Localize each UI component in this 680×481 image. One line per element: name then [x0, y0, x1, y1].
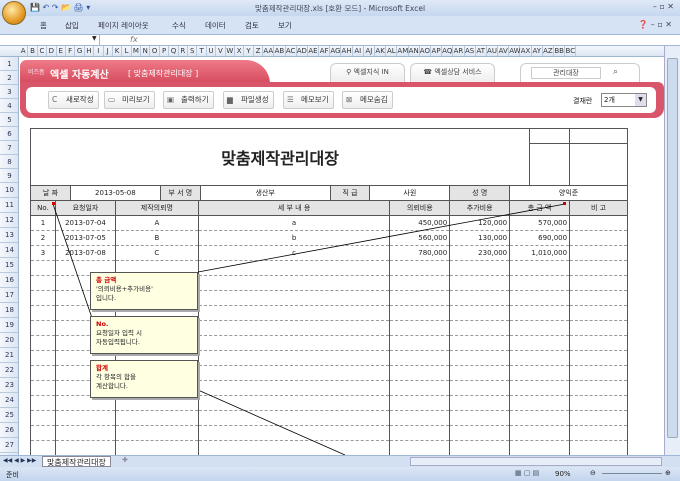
sheet-tab-bar: ◀◀ ◀ ▶ ▶▶ 맞춤제작관리대장 ✚: [0, 455, 680, 467]
comment-line: 입니다.: [96, 294, 117, 302]
comment-arrows: [52, 202, 566, 456]
view-buttons[interactable]: ▦ ▢ ▤: [515, 469, 539, 477]
comment-line: 자동입력됩니다.: [96, 338, 140, 346]
new-sheet-icon[interactable]: ✚: [122, 456, 128, 464]
comment-line: 각 항목의 합을: [96, 373, 137, 381]
comment-title: 합계: [96, 364, 108, 372]
comment-no: No. 요청일자 입력 시 자동입력됩니다.: [90, 316, 198, 354]
vertical-scrollbar[interactable]: [664, 46, 680, 455]
comment-title: 총 금액: [96, 276, 117, 284]
sheet-tab[interactable]: 맞춤제작관리대장: [42, 456, 111, 467]
status-bar: 준비 ▦ ▢ ▤ 90% ⊖ ⊕: [0, 467, 680, 481]
sheet-nav-arrows[interactable]: ◀◀ ◀ ▶ ▶▶: [3, 457, 36, 464]
zoom-in-icon[interactable]: ⊕: [665, 469, 671, 477]
office-button[interactable]: [2, 1, 26, 25]
scroll-thumb[interactable]: [667, 58, 678, 438]
horizontal-scrollbar[interactable]: [410, 457, 662, 466]
status-ready: 준비: [6, 471, 19, 479]
zoom-level[interactable]: 90%: [555, 470, 571, 478]
comment-total: 총 금액 '의뢰비용+추가비용' 입니다.: [90, 272, 198, 310]
comment-line: 계산합니다.: [96, 382, 128, 390]
comment-line: '의뢰비용+추가비용': [96, 285, 153, 293]
comment-sum: 합계 각 항목의 합을 계산합니다.: [90, 360, 198, 398]
zoom-slider[interactable]: [602, 473, 662, 474]
comment-line: 요청일자 입력 시: [96, 329, 142, 337]
zoom-out-icon[interactable]: ⊖: [590, 469, 596, 477]
comment-title: No.: [96, 320, 109, 328]
